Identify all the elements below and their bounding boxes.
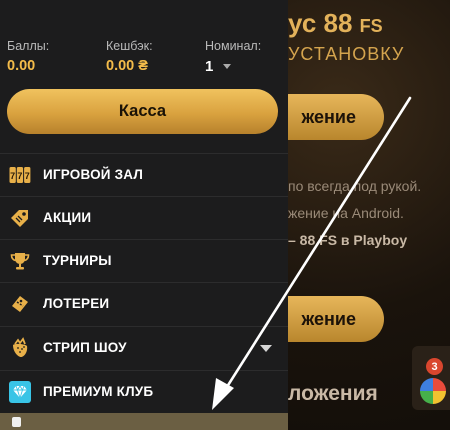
ticket-tag-icon: [9, 207, 31, 229]
cashier-button[interactable]: Касса: [7, 89, 278, 134]
nominal-select[interactable]: 1: [205, 58, 261, 75]
wheel-icon[interactable]: [420, 378, 446, 404]
apps-heading: ложения: [288, 382, 378, 405]
promo-subtitle: УСТАНОВКУ: [288, 44, 405, 64]
menu-item-label: ТУРНИРЫ: [43, 253, 112, 268]
chevron-down-icon[interactable]: [260, 345, 272, 352]
lottery-ticket-icon: [9, 293, 31, 315]
menu-item-strip-show[interactable]: СТРИП ШОУ: [0, 326, 288, 368]
chevron-down-icon: [223, 64, 232, 69]
nominal-value: 1: [205, 58, 214, 75]
notification-badge: 3: [426, 358, 443, 375]
menu-item-partial[interactable]: [0, 413, 288, 430]
menu-item-label: ИГРОВОЙ ЗАЛ: [43, 167, 144, 182]
nominal-label: Номинал:: [205, 39, 262, 53]
cashback-label: Кешбэк:: [106, 39, 153, 53]
menu-item-label: СТРИП ШОУ: [43, 340, 127, 355]
menu-item-label: ЛОТЕРЕИ: [43, 296, 110, 311]
menu-item-game-hall[interactable]: 7 7 7 ИГРОВОЙ ЗАЛ: [0, 153, 288, 195]
promo-text-line: по всегда под рукой.: [288, 178, 422, 194]
balance-value: 0.00: [7, 58, 36, 74]
lock-icon: [12, 417, 21, 427]
trophy-icon: [9, 250, 31, 272]
menu-item-premium-club[interactable]: ПРЕМИУМ КЛУБ: [0, 370, 288, 412]
svg-text:7: 7: [10, 171, 15, 181]
menu-item-lotteries[interactable]: ЛОТЕРЕИ: [0, 282, 288, 324]
svg-text:7: 7: [17, 171, 22, 181]
promo-text-line: жение на Android.: [288, 205, 404, 221]
balance-label: Баллы:: [7, 39, 50, 53]
cashback-stat: Кешбэк: 0.00 ₴: [106, 39, 153, 74]
menu-item-tournaments[interactable]: ТУРНИРЫ: [0, 239, 288, 281]
promo-title: ус 88 FS: [288, 8, 383, 38]
slot-777-icon: 7 7 7: [9, 164, 31, 186]
nominal-stat: Номинал: 1: [205, 39, 261, 75]
menu-item-label: АКЦИИ: [43, 210, 92, 225]
menu-item-label: ПРЕМИУМ КЛУБ: [43, 384, 154, 399]
diamond-icon: [9, 381, 31, 403]
promo-text-line: – 88 FS в Playboy: [288, 232, 408, 248]
balance-stat: Баллы: 0.00: [7, 39, 49, 74]
cashback-value: 0.00 ₴: [106, 58, 148, 74]
svg-text:7: 7: [25, 171, 30, 181]
menu-item-promotions[interactable]: АКЦИИ: [0, 196, 288, 238]
strawberry-icon: [9, 337, 31, 359]
side-menu: Баллы: 0.00 Кешбэк: 0.00 ₴ Номинал: 1 Ка…: [0, 0, 288, 430]
